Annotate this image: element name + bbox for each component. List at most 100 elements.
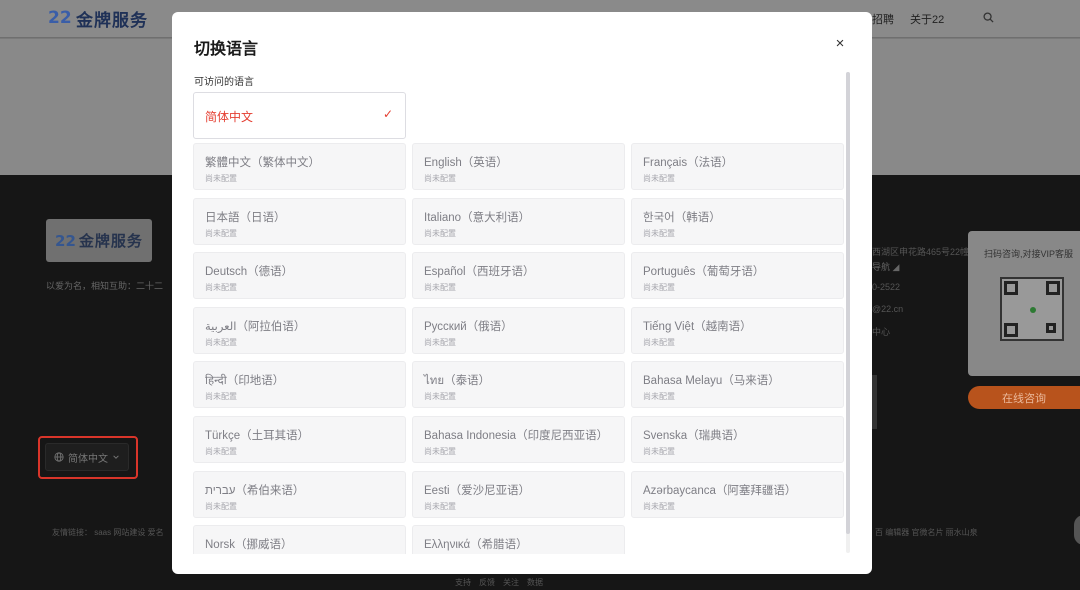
- language-option[interactable]: Português（葡萄牙语） 尚未配置: [631, 252, 844, 300]
- language-option[interactable]: Ελληνικά（希腊语）: [412, 525, 625, 554]
- language-name: ไทย（泰语）: [424, 375, 491, 388]
- logo-text: 金牌服务: [76, 11, 148, 31]
- data-link[interactable]: 数据: [527, 577, 543, 588]
- footer-slogan: 以爱为名，相知互助：二十二: [46, 281, 164, 291]
- language-option[interactable]: 한국어（韩语） 尚未配置: [631, 197, 844, 245]
- language-status: 尚未配置: [643, 392, 675, 402]
- scrollbar-track[interactable]: [846, 72, 850, 553]
- language-status: 尚未配置: [424, 283, 456, 293]
- modal-title: 切换语言: [194, 41, 259, 58]
- navigation-link[interactable]: 导航 ◢: [872, 260, 899, 273]
- logo-mark-icon: 22: [48, 7, 72, 28]
- language-option[interactable]: Bahasa Indonesia（印度尼西亚语） 尚未配置: [412, 416, 625, 463]
- language-name: Français（法语）: [643, 157, 734, 169]
- language-status: 尚未配置: [205, 283, 237, 293]
- language-option[interactable]: العربية（阿拉伯语） 尚未配置: [193, 306, 406, 354]
- language-option[interactable]: Français（法语） 尚未配置: [631, 143, 844, 190]
- language-name: 日本語（日语）: [205, 211, 286, 224]
- language-name: Türkçe（土耳其语）: [205, 430, 310, 442]
- support-link[interactable]: 支持: [455, 577, 471, 588]
- online-consult-button[interactable]: 在线咨询: [968, 386, 1080, 409]
- language-name: 简体中文: [205, 110, 254, 124]
- language-option[interactable]: ไทย（泰语） 尚未配置: [412, 361, 625, 409]
- language-status: 尚未配置: [424, 228, 456, 238]
- language-option[interactable]: Eesti（爱沙尼亚语） 尚未配置: [412, 470, 625, 518]
- language-name: Azərbaycanca（阿塞拜疆语）: [643, 484, 797, 497]
- language-option[interactable]: Italiano（意大利语） 尚未配置: [412, 197, 625, 245]
- language-status: 尚未配置: [205, 228, 237, 238]
- language-list[interactable]: 简体中文 ✓ 繁體中文（繁体中文） 尚未配置 English（英语） 尚未配置 Fran…: [172, 92, 872, 554]
- language-option-active[interactable]: 简体中文 ✓: [193, 92, 406, 139]
- language-name: Español（西班牙语）: [424, 266, 535, 279]
- bottom-toolbar: 支持 反馈 关注 数据: [455, 577, 543, 588]
- language-status: 尚未配置: [643, 501, 675, 511]
- language-option[interactable]: English（英语） 尚未配置: [412, 143, 625, 190]
- language-option[interactable]: Türkçe（土耳其语） 尚未配置: [193, 416, 406, 463]
- side-panel-edge: [872, 375, 877, 429]
- language-name: 繁體中文（繁体中文）: [205, 157, 320, 169]
- address-text: 西湖区申花路465号22幢: [872, 247, 970, 257]
- nav-item-careers[interactable]: 招聘: [872, 11, 894, 27]
- language-option[interactable]: Bahasa Melayu（马来语） 尚未配置: [631, 361, 844, 409]
- language-option[interactable]: 日本語（日语） 尚未配置: [193, 197, 406, 245]
- section-label: 可访问的语言: [194, 77, 254, 88]
- language-status: 尚未配置: [205, 447, 237, 456]
- language-option[interactable]: Norsk（挪威语）: [193, 525, 406, 554]
- language-name: Ελληνικά（希腊语）: [424, 539, 528, 552]
- language-status: 尚未配置: [424, 337, 456, 347]
- language-name: Italiano（意大利语）: [424, 211, 531, 224]
- search-icon[interactable]: [983, 12, 994, 23]
- language-option[interactable]: 繁體中文（繁体中文） 尚未配置: [193, 143, 406, 190]
- language-name: Deutsch（德语）: [205, 266, 294, 279]
- friend-links-right: 百 编辑器 官微名片 丽水山泉: [875, 528, 978, 537]
- language-name: Norsk（挪威语）: [205, 539, 293, 552]
- language-status: 尚未配置: [424, 174, 456, 183]
- footer-logo: 22 金牌服务: [46, 219, 152, 262]
- language-status: 尚未配置: [205, 174, 237, 183]
- language-name: English（英语）: [424, 157, 508, 169]
- language-status: 尚未配置: [643, 337, 675, 347]
- language-name: Bahasa Melayu（马来语）: [643, 375, 780, 388]
- language-name: Português（葡萄牙语）: [643, 266, 765, 279]
- language-option[interactable]: Azərbaycanca（阿塞拜疆语） 尚未配置: [631, 470, 844, 518]
- contact-card-title: 扫码咨询,对接VIP客服: [984, 249, 1074, 259]
- language-name: Svenska（瑞典语）: [643, 430, 745, 442]
- language-status: 尚未配置: [424, 447, 456, 456]
- email-text: @22.cn: [872, 304, 904, 314]
- language-name: 한국어（韩语）: [643, 211, 721, 224]
- language-status: 尚未配置: [643, 228, 675, 238]
- footer-logo-text: 金牌服务: [78, 232, 143, 250]
- center-link[interactable]: 中心: [872, 325, 890, 338]
- language-option[interactable]: Svenska（瑞典语） 尚未配置: [631, 416, 844, 463]
- language-status: 尚未配置: [205, 392, 237, 402]
- language-option[interactable]: Deutsch（德语） 尚未配置: [193, 252, 406, 300]
- friend-links: 友情链接： saas 网站建设 爱名: [52, 528, 164, 537]
- floating-button-edge[interactable]: [1074, 515, 1080, 545]
- language-name: العربية（阿拉伯语）: [205, 320, 306, 333]
- site-logo[interactable]: 22 金牌服务: [48, 6, 148, 32]
- check-icon: ✓: [383, 107, 394, 121]
- footer-logo-mark-icon: 22: [55, 231, 76, 250]
- language-option[interactable]: हिन्दी（印地语） 尚未配置: [193, 361, 406, 409]
- phone-text: 0-2522: [872, 282, 901, 292]
- language-option[interactable]: Tiếng Việt（越南语） 尚未配置: [631, 306, 844, 354]
- language-modal: 切换语言 × 可访问的语言 简体中文 ✓ 繁體中文（繁体中文） 尚未配置 Engli…: [172, 12, 872, 574]
- language-option[interactable]: Español（西班牙语） 尚未配置: [412, 252, 625, 300]
- language-name: Bahasa Indonesia（印度尼西亚语）: [424, 430, 609, 442]
- language-status: 尚未配置: [643, 283, 675, 293]
- nav-item-about[interactable]: 关于22: [910, 11, 944, 27]
- language-status: 尚未配置: [424, 501, 456, 511]
- language-name: Eesti（爱沙尼亚语）: [424, 484, 531, 497]
- language-name: עברית（希伯来语）: [205, 484, 305, 497]
- close-icon[interactable]: ×: [832, 36, 848, 52]
- follow-link[interactable]: 关注: [503, 577, 519, 588]
- language-status: 尚未配置: [424, 392, 456, 402]
- language-name: Русский（俄语）: [424, 320, 513, 333]
- language-status: 尚未配置: [643, 447, 675, 456]
- feedback-link[interactable]: 反馈: [479, 577, 495, 588]
- language-option[interactable]: Русский（俄语） 尚未配置: [412, 306, 625, 354]
- language-option[interactable]: עברית（希伯来语） 尚未配置: [193, 470, 406, 518]
- language-name: हिन्दी（印地语）: [205, 375, 285, 388]
- language-status: 尚未配置: [205, 337, 237, 347]
- scrollbar-thumb[interactable]: [846, 72, 850, 534]
